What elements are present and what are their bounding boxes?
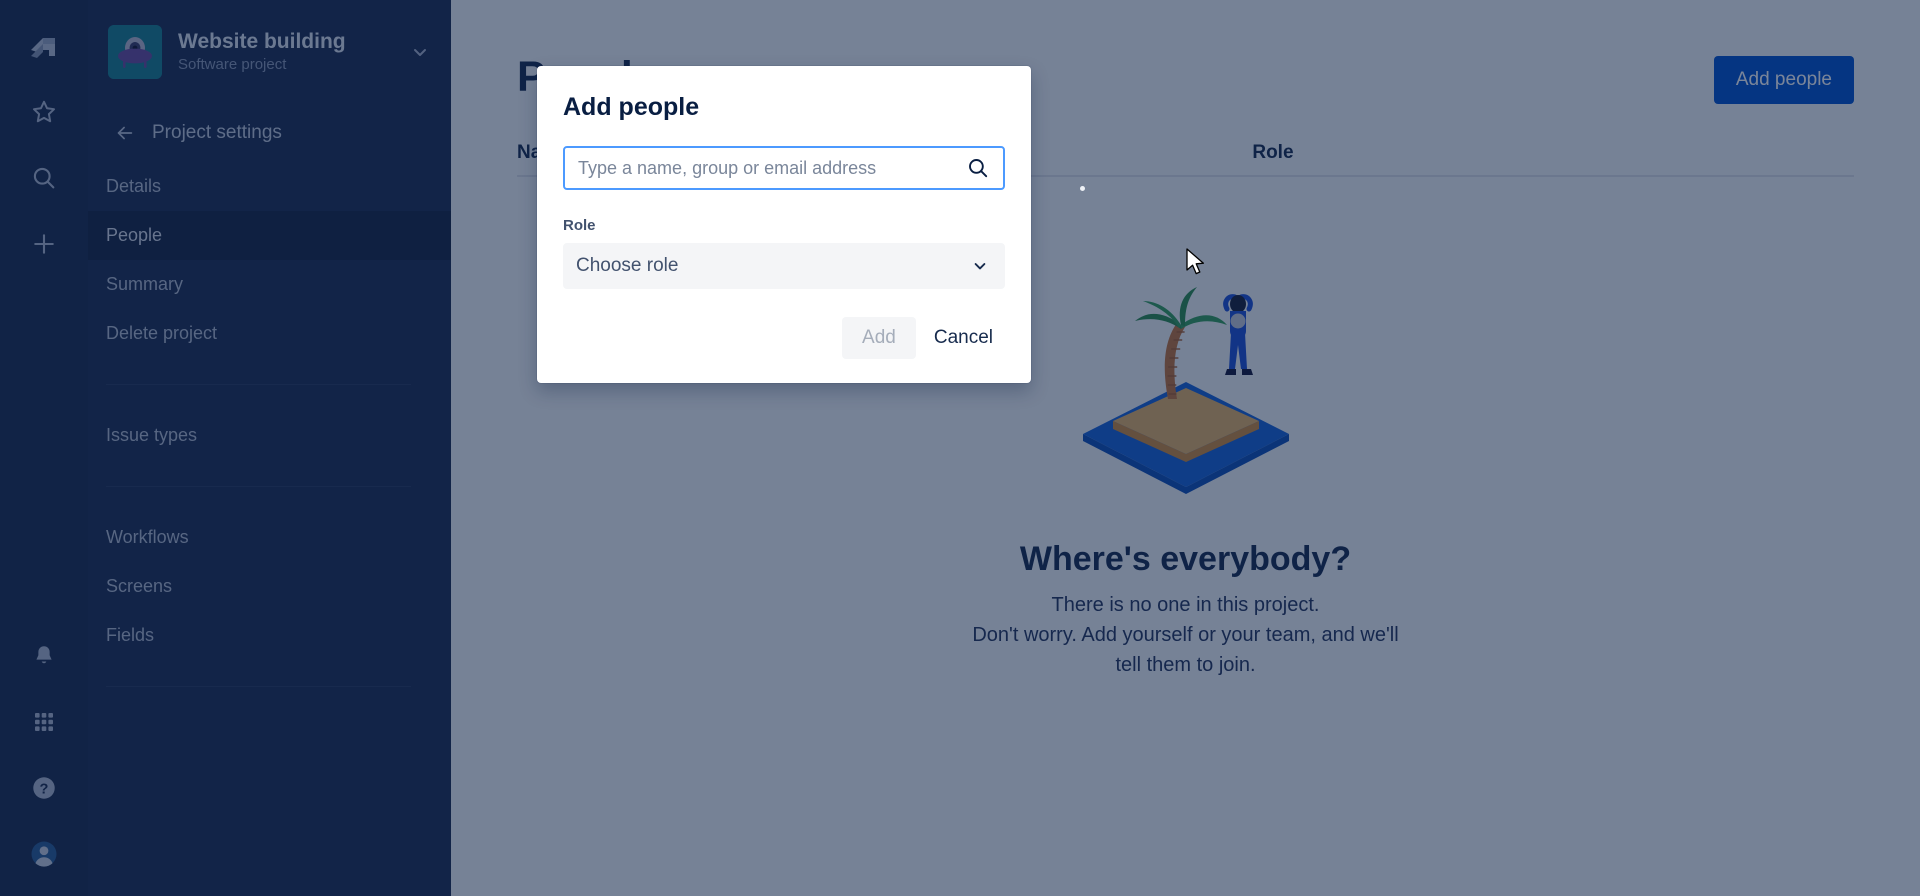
chevron-down-icon[interactable] bbox=[970, 258, 990, 274]
dialog-actions: Add Cancel bbox=[563, 317, 1005, 359]
cancel-button[interactable]: Cancel bbox=[922, 317, 1005, 359]
add-people-dialog: Add people Role Choose role Add Cancel bbox=[537, 66, 1031, 383]
role-select[interactable]: Choose role bbox=[563, 243, 1005, 289]
role-label: Role bbox=[563, 217, 596, 234]
role-select-value: Choose role bbox=[576, 255, 679, 276]
search-icon[interactable] bbox=[965, 156, 991, 180]
app-root: ? bbox=[0, 0, 1920, 896]
add-button[interactable]: Add bbox=[842, 317, 916, 359]
dialog-title: Add people bbox=[563, 93, 700, 121]
people-search-input[interactable] bbox=[578, 157, 965, 179]
render-artifact-dot bbox=[1080, 186, 1085, 191]
people-search-field[interactable] bbox=[563, 146, 1005, 190]
